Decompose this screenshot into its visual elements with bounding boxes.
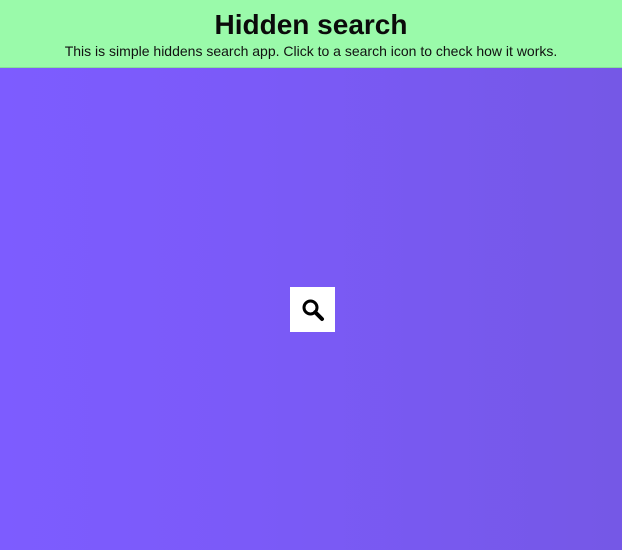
search-button[interactable] (290, 287, 335, 332)
page-title: Hidden search (214, 9, 408, 40)
page-subtitle: This is simple hiddens search app. Click… (64, 43, 558, 59)
search-icon (301, 298, 325, 322)
app-header: Hidden search This is simple hiddens sea… (0, 0, 622, 68)
